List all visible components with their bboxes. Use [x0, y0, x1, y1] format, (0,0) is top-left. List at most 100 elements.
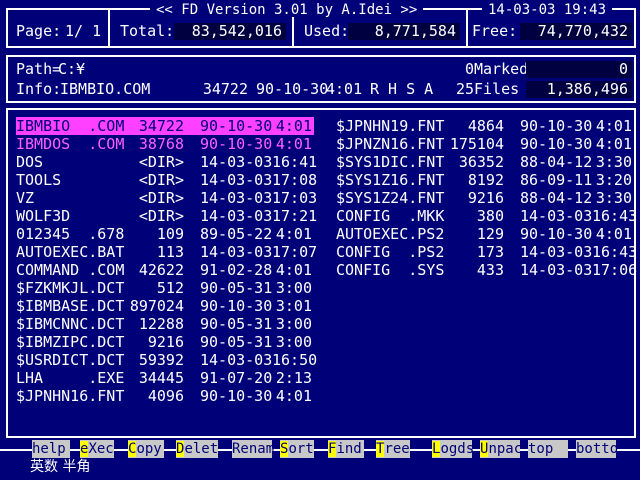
total-label: Total: [120, 22, 175, 40]
fkey-label: Renam [232, 441, 275, 457]
fkey-botto[interactable]: botto [576, 440, 618, 458]
file-time: 4:01 [275, 261, 312, 279]
file-row[interactable]: CONFIG .PS2 173 14-03-03 16:43 [336, 243, 638, 261]
fkey-logds[interactable]: Logds [432, 440, 475, 458]
file-size: <DIR> [138, 171, 184, 189]
page-value: 1/ 1 [65, 22, 102, 40]
file-time: 4:01 [275, 117, 312, 135]
clock: 14-03-03 19:43 [482, 3, 613, 17]
file-name: $JPNHN19.FNT [336, 117, 445, 135]
fkey-label: ort [288, 441, 314, 457]
file-time: 16:50 [272, 351, 318, 369]
file-row[interactable]: TOOLS <DIR> 14-03-03 17:08 [16, 171, 318, 189]
file-row[interactable]: $JPNZN16.FNT 175104 90-10-30 4:01 [336, 135, 634, 153]
file-size: <DIR> [138, 207, 184, 225]
file-date: 90-10-30 [520, 117, 593, 135]
file-row[interactable]: $SYS1DIC.FNT 36352 88-04-12 3:30 [336, 153, 634, 171]
file-row[interactable]: 012345 .678 109 89-05-22 4:01 [16, 225, 314, 243]
used-value: 8,771,584 [348, 23, 460, 40]
file-time: 4:01 [595, 117, 632, 135]
path-value: C:¥ [58, 60, 86, 78]
file-row[interactable]: IBMBIO .COM 34722 90-10-30 4:01 [16, 117, 314, 135]
file-size: 4096 [147, 387, 184, 405]
fkey-tree[interactable]: Tree [376, 440, 410, 458]
header-divider [108, 10, 110, 46]
file-name: $JPNHN16.FNT [16, 387, 125, 405]
file-row[interactable]: $IBMBASE.DCT 897024 90-10-30 3:01 [16, 297, 314, 315]
file-row[interactable]: $FZKMKJL.DCT 512 90-05-31 3:00 [16, 279, 314, 297]
free-value: 74,770,432 [520, 23, 632, 40]
file-row[interactable]: $SYS1Z24.FNT 9216 88-04-12 3:30 [336, 189, 634, 207]
file-row[interactable]: $IBMCNNC.DCT 12288 90-05-31 3:00 [16, 315, 314, 333]
fkey-label: top [528, 441, 554, 457]
file-row[interactable]: $SYS1Z16.FNT 8192 86-09-11 3:20 [336, 171, 634, 189]
marked-label: Marked [474, 60, 529, 78]
ime-status: 英数 半角 [30, 459, 91, 475]
file-name: DOS [16, 153, 44, 171]
info-panel: Path= C:¥ 0 Marked 0 Info: IBMBIO.COM 34… [6, 55, 636, 103]
file-name: $JPNZN16.FNT [336, 135, 445, 153]
file-row[interactable]: $IBMZIPC.DCT 9216 90-05-31 3:00 [16, 333, 314, 351]
file-time: 16:41 [272, 153, 318, 171]
file-name: $USRDICT.DCT [16, 351, 125, 369]
file-size: 12288 [138, 315, 184, 333]
free-label: Free: [472, 22, 518, 40]
file-row[interactable]: $JPNHN16.FNT 4096 90-10-30 4:01 [16, 387, 314, 405]
page-label: Page: [16, 22, 62, 40]
file-row[interactable]: IBMDOS .COM 38768 90-10-30 4:01 [16, 135, 314, 153]
fkey-top[interactable]: top [528, 440, 568, 458]
file-size: 9216 [147, 333, 184, 351]
file-time: 4:01 [275, 225, 312, 243]
fkey-help[interactable]: help [32, 440, 70, 458]
fkey-label: elet [184, 441, 219, 457]
fkey-find[interactable]: Find [328, 440, 364, 458]
file-row[interactable]: CONFIG .SYS 433 14-03-03 17:06 [336, 261, 638, 279]
file-row[interactable]: DOS <DIR> 14-03-03 16:41 [16, 153, 318, 171]
file-name: CONFIG .SYS [336, 261, 445, 279]
file-row[interactable]: AUTOEXEC.PS2 129 90-10-30 4:01 [336, 225, 634, 243]
used-label: Used: [304, 22, 350, 40]
info-filename: IBMBIO.COM [60, 80, 151, 98]
file-time: 17:06 [592, 261, 638, 279]
file-row[interactable]: $JPNHN19.FNT 4864 90-10-30 4:01 [336, 117, 634, 135]
file-size: 380 [476, 207, 504, 225]
file-row[interactable]: CONFIG .MKK 380 14-03-03 16:43 [336, 207, 637, 225]
file-row[interactable]: VZ <DIR> 14-03-03 17:03 [16, 189, 317, 207]
fkey-delet[interactable]: Delet [176, 440, 218, 458]
app-title: << FD Version 3.01 by A.Idei >> [150, 3, 424, 17]
file-date: 14-03-03 [200, 189, 273, 207]
file-time: 16:43 [592, 243, 638, 261]
fkey-copy[interactable]: Copy [128, 440, 164, 458]
file-size: 175104 [449, 135, 504, 153]
file-name: COMMAND .COM [16, 261, 125, 279]
fkey-label: ogds [440, 441, 475, 457]
file-row[interactable]: COMMAND .COM 42622 91-02-28 4:01 [16, 261, 314, 279]
file-size: 38768 [138, 135, 184, 153]
file-time: 17:08 [272, 171, 318, 189]
file-row[interactable]: WOLF3D <DIR> 14-03-03 17:21 [16, 207, 318, 225]
fkey-sort[interactable]: Sort [280, 440, 314, 458]
path-label: Path= [16, 60, 62, 78]
fkey-label: ind [336, 441, 362, 457]
file-size: 433 [476, 261, 504, 279]
marked-value: 0 [526, 61, 632, 78]
file-date: 88-04-12 [520, 189, 593, 207]
file-date: 88-04-12 [520, 153, 593, 171]
file-time: 17:21 [272, 207, 318, 225]
file-date: 90-10-30 [200, 387, 273, 405]
file-row[interactable]: $USRDICT.DCT 59392 14-03-03 16:50 [16, 351, 318, 369]
file-row[interactable]: LHA .EXE 34445 91-07-20 2:13 [16, 369, 314, 387]
file-time: 3:00 [275, 279, 312, 297]
files-count: 25 [455, 80, 474, 98]
file-time: 3:20 [595, 171, 632, 189]
file-name: 012345 .678 [16, 225, 125, 243]
file-time: 3:01 [275, 297, 312, 315]
file-date: 14-03-03 [200, 207, 273, 225]
fkey-exec[interactable]: eXec [80, 440, 114, 458]
file-row[interactable]: AUTOEXEC.BAT 113 14-03-03 17:07 [16, 243, 317, 261]
fkey-unpac[interactable]: Unpac [480, 440, 522, 458]
file-date: 90-10-30 [520, 225, 593, 243]
fkey-renam[interactable]: Renam [232, 440, 275, 458]
file-size: 4864 [467, 117, 504, 135]
file-name: WOLF3D [16, 207, 71, 225]
